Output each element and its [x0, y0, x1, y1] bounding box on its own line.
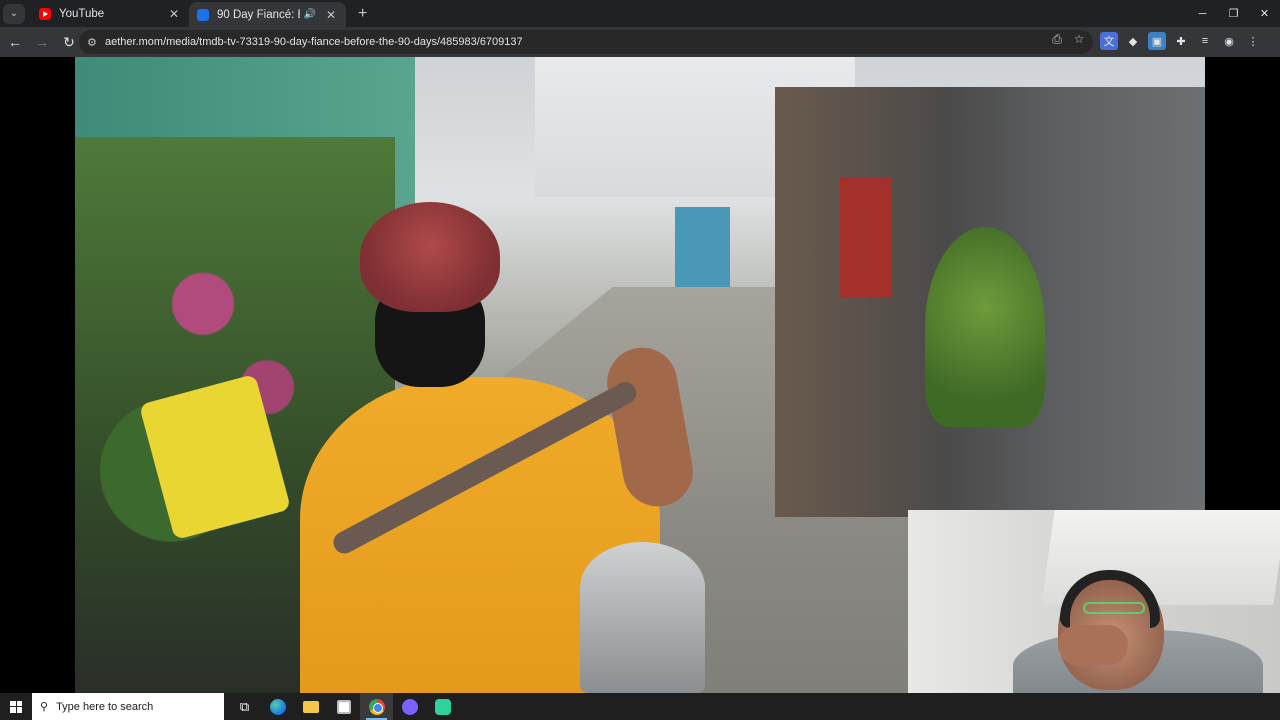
search-placeholder: Type here to search	[56, 700, 154, 713]
store-icon[interactable]	[327, 693, 360, 720]
taskbar-apps: ⧉	[228, 693, 459, 720]
media-control-icon[interactable]: ≡	[1196, 32, 1214, 50]
search-icon: ⚲	[40, 701, 49, 713]
menu-icon[interactable]: ⋮	[1244, 32, 1262, 50]
app-icon[interactable]	[426, 693, 459, 720]
close-icon[interactable]: ✕	[167, 7, 181, 21]
taskbar: ⚲ Type here to search ⧉	[0, 693, 1280, 720]
speaker-icon[interactable]: 🔊	[304, 9, 316, 20]
site-info-icon[interactable]: ⚙	[87, 36, 103, 49]
back-icon[interactable]: ←	[3, 30, 27, 54]
edge-icon[interactable]	[261, 693, 294, 720]
tab-90-day-fiance[interactable]: 90 Day Fiancé: Before the 9 🔊 ✕	[189, 2, 346, 27]
browser-toolbar: ← → ↻ ⚙ aether.mom/media/tmdb-tv-73319-9…	[0, 27, 1280, 57]
aether-icon	[197, 8, 209, 21]
forward-icon[interactable]: →	[30, 30, 54, 54]
url-text[interactable]: aether.mom/media/tmdb-tv-73319-90-day-fi…	[105, 36, 523, 48]
chrome-icon[interactable]	[360, 693, 393, 720]
tab-title: YouTube	[59, 7, 105, 20]
reload-icon[interactable]: ↻	[57, 30, 81, 54]
webcam-overlay	[908, 510, 1280, 693]
restore-icon[interactable]: ❐	[1218, 0, 1249, 27]
taskbar-search[interactable]: ⚲ Type here to search	[32, 693, 224, 720]
address-bar[interactable]: ⚙ aether.mom/media/tmdb-tv-73319-90-day-…	[79, 30, 1093, 54]
tab-search-button[interactable]: ⌄	[3, 3, 25, 24]
profile-icon[interactable]: ◉	[1220, 32, 1238, 50]
discord-icon[interactable]	[393, 693, 426, 720]
tab-youtube[interactable]: YouTube ✕	[31, 0, 189, 27]
extensions: 文 ◆ ▣ ✚ ≡ ◉ ⋮	[1100, 32, 1262, 50]
new-tab-button[interactable]: +	[358, 5, 367, 23]
task-view-icon[interactable]: ⧉	[228, 693, 261, 720]
video-potted-plant	[925, 227, 1045, 427]
webcam-hand	[1058, 625, 1128, 665]
tab-bar: ⌄ YouTube ✕ 90 Day Fiancé: Before the 9 …	[0, 0, 1280, 27]
tab-title: 90 Day Fiancé: Before the 9	[217, 8, 300, 21]
translate-extension-icon[interactable]: 文	[1100, 32, 1118, 50]
bookmark-star-icon[interactable]: ☆	[1071, 32, 1087, 47]
omnibox-actions: ⎙ ☆	[1049, 32, 1087, 47]
file-explorer-icon[interactable]	[294, 693, 327, 720]
minimize-icon[interactable]: ─	[1187, 0, 1218, 27]
screen: ⌄ YouTube ✕ 90 Day Fiancé: Before the 9 …	[0, 0, 1280, 720]
youtube-icon	[39, 7, 51, 20]
video-person-cap	[360, 202, 500, 312]
close-window-icon[interactable]: ✕	[1249, 0, 1280, 27]
start-button[interactable]	[0, 693, 32, 720]
video-blue-wall	[675, 207, 730, 287]
webcam-glasses	[1083, 602, 1145, 614]
video-red-door	[840, 177, 892, 297]
window-controls: ─ ❐ ✕	[1187, 0, 1280, 27]
diamond-extension-icon[interactable]: ◆	[1124, 32, 1142, 50]
windows-icon	[10, 700, 22, 713]
install-app-icon[interactable]: ⎙	[1049, 32, 1065, 47]
video-metal-bucket	[580, 542, 705, 693]
close-icon[interactable]: ✕	[324, 8, 338, 22]
extensions-puzzle-icon[interactable]: ✚	[1172, 32, 1190, 50]
image-extension-icon[interactable]: ▣	[1148, 32, 1166, 50]
chevron-down-icon: ⌄	[9, 8, 19, 19]
